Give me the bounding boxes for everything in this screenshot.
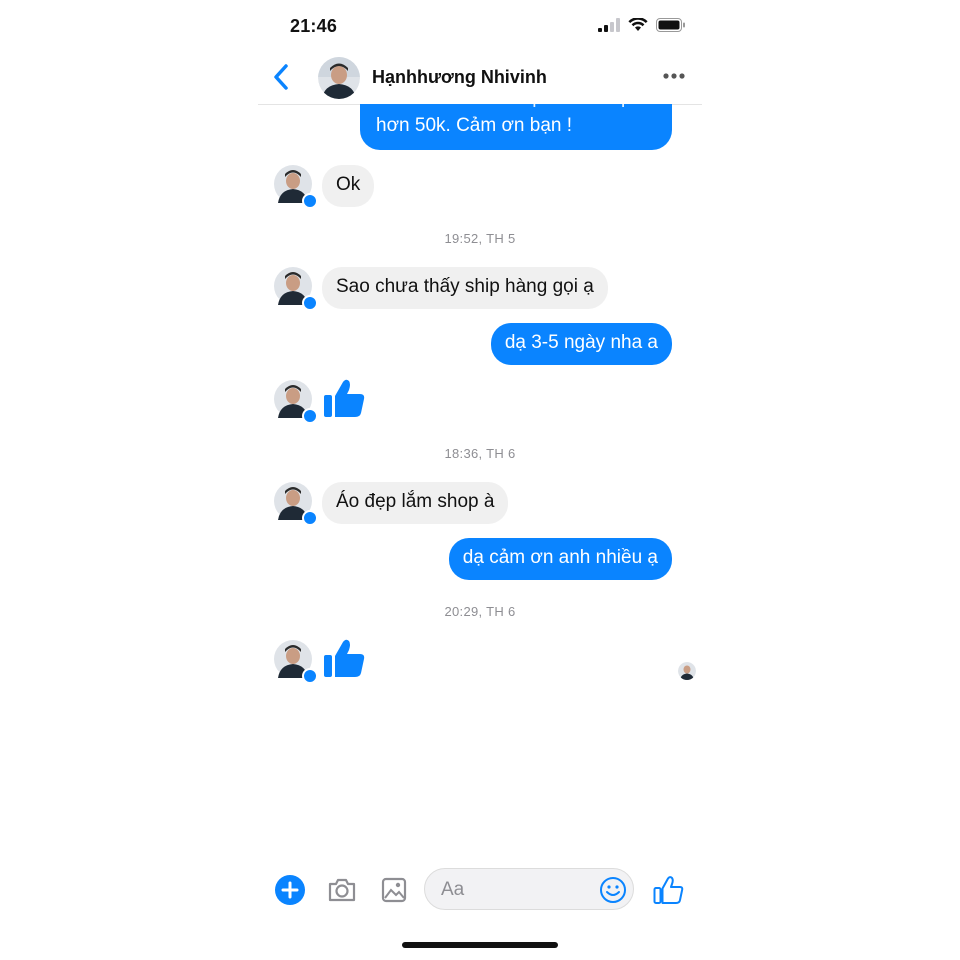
seen-receipt-avatar bbox=[678, 662, 696, 680]
sender-avatar bbox=[274, 640, 318, 684]
contact-name[interactable]: Hạnhhương Nhivinh bbox=[372, 67, 547, 88]
emoji-icon[interactable] bbox=[599, 876, 627, 904]
more-dots-icon[interactable] bbox=[662, 68, 686, 84]
partial-line-2: hơn 50k. Cảm ơn bạn ! bbox=[376, 115, 573, 136]
message-input[interactable] bbox=[439, 869, 593, 911]
composer-bar bbox=[258, 862, 702, 918]
messenger-badge-icon bbox=[302, 510, 318, 526]
thumbs-up-icon[interactable] bbox=[322, 376, 366, 420]
sender-avatar bbox=[274, 165, 318, 209]
contact-avatar[interactable] bbox=[318, 57, 360, 99]
message-outgoing[interactable]: dạ cảm ơn anh nhiều ạ bbox=[448, 538, 672, 580]
status-time: 21:46 bbox=[290, 16, 338, 36]
messenger-badge-icon bbox=[302, 193, 318, 209]
message-incoming[interactable]: Áo đẹp lắm shop à bbox=[322, 482, 509, 524]
messenger-badge-icon bbox=[302, 295, 318, 311]
chat-header: Hạnhhương Nhivinh bbox=[258, 50, 702, 105]
sender-avatar bbox=[274, 380, 318, 424]
signal-icon bbox=[598, 18, 620, 32]
message-outgoing-partial[interactable]: nha. Vì mỗi lần ship đi trả về phí hơn 5… bbox=[360, 104, 672, 150]
battery-icon bbox=[656, 18, 685, 32]
home-indicator bbox=[402, 942, 558, 948]
plus-icon[interactable] bbox=[274, 874, 306, 906]
status-icons bbox=[598, 18, 686, 32]
timestamp: 18:36, TH 6 bbox=[444, 446, 516, 461]
timestamp: 20:29, TH 6 bbox=[444, 604, 516, 619]
wifi-icon bbox=[628, 18, 648, 31]
timestamp: 19:52, TH 5 bbox=[444, 231, 516, 246]
message-input-box bbox=[424, 868, 634, 911]
sender-avatar bbox=[274, 267, 318, 311]
messenger-screen: 21:46 Hạnhhương Nhivinh hơn 50k. Cảm ơn … bbox=[258, 0, 702, 960]
camera-icon[interactable] bbox=[326, 874, 358, 906]
partial-line-1: nha. Vì mỗi lần ship đi trả về phí bbox=[376, 104, 656, 112]
messenger-badge-icon bbox=[302, 408, 318, 424]
messenger-badge-icon bbox=[302, 668, 318, 684]
thumbs-up-icon[interactable] bbox=[322, 636, 366, 680]
message-incoming[interactable]: Sao chưa thấy ship hàng gọi ạ bbox=[322, 267, 608, 309]
image-icon[interactable] bbox=[378, 874, 410, 906]
thumbs-up-icon[interactable] bbox=[652, 874, 684, 906]
sender-avatar bbox=[274, 482, 318, 526]
message-incoming[interactable]: Ok bbox=[322, 165, 375, 207]
message-outgoing[interactable]: dạ 3-5 ngày nha a bbox=[490, 323, 672, 365]
back-chevron-icon[interactable] bbox=[268, 62, 294, 92]
message-list: nha. Vì mỗi lần ship đi trả về phí hơn 5… bbox=[258, 104, 702, 844]
